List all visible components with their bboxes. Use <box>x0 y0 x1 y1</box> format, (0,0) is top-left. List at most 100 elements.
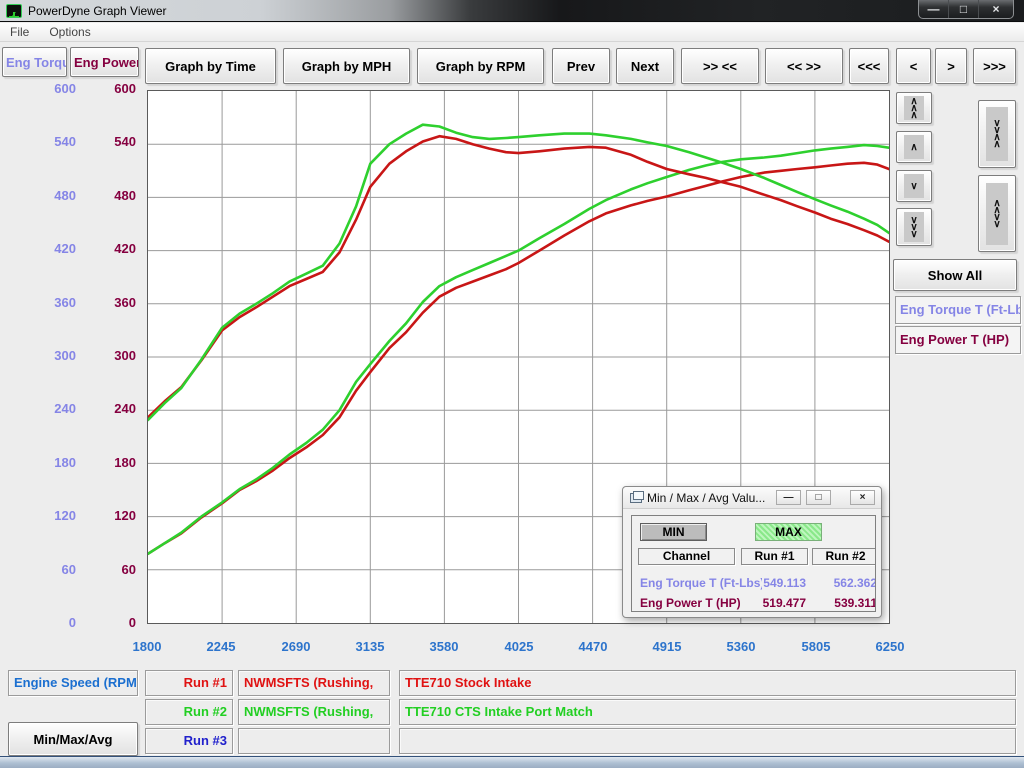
y-tick-label-power: 420 <box>76 241 136 256</box>
minmax-avg-button[interactable]: Min/Max/Avg <box>8 722 138 756</box>
menu-bar: File Options <box>0 23 1024 42</box>
y-tick-label-power: 300 <box>76 348 136 363</box>
power-run2-max-value: 539.311 <box>815 596 876 610</box>
y-tick-label-power: 60 <box>76 562 136 577</box>
scroll-left-fast-button[interactable]: <<< <box>849 48 889 84</box>
x-tick-label: 1800 <box>112 639 182 654</box>
chevron-down-icon: ∨ <box>910 231 917 238</box>
minmax-window-icon <box>630 493 642 503</box>
y-tick-label-power: 240 <box>76 401 136 416</box>
run2-title-field: TTE710 CTS Intake Port Match <box>399 699 1016 725</box>
max-toggle-button[interactable]: MAX <box>755 523 822 541</box>
y-tick-label-power: 600 <box>76 81 136 96</box>
chevron-up-icon: ∧ <box>910 112 917 119</box>
y-tick-label-torque: 300 <box>16 348 76 363</box>
run1-dyno-field: NWMSFTS (Rushing, <box>238 670 390 696</box>
menu-options[interactable]: Options <box>39 25 100 39</box>
channel-column-header: Channel <box>638 548 735 565</box>
minmax-content: MIN MAX Channel Run #1 Run #2 Eng Torque… <box>631 515 876 612</box>
scroll-left-button[interactable]: < <box>896 48 931 84</box>
x-tick-label: 2245 <box>186 639 256 654</box>
run1-column-header: Run #1 <box>741 548 808 565</box>
x-tick-label: 2690 <box>261 639 331 654</box>
power-channel-selector[interactable]: Eng Power T (HP) <box>895 326 1021 354</box>
run2-dyno-field: NWMSFTS (Rushing, <box>238 699 390 725</box>
x-tick-label: 3135 <box>335 639 405 654</box>
x-tick-label: 5805 <box>781 639 851 654</box>
x-tick-label: 5360 <box>706 639 776 654</box>
graph-by-mph-button[interactable]: Graph by MPH <box>283 48 410 84</box>
power-run1-max-value: 519.477 <box>744 596 806 610</box>
chevron-down-icon: ∨ <box>993 221 1000 228</box>
y-tick-label-torque: 0 <box>16 615 76 630</box>
y-tick-label-power: 360 <box>76 295 136 310</box>
y-tick-label-power: 480 <box>76 188 136 203</box>
scroll-down-fast-button[interactable]: ∨∨∨ <box>896 208 932 246</box>
scroll-right-fast-button[interactable]: >>> <box>973 48 1016 84</box>
power-axis-channel-button[interactable]: Eng Power T <box>70 47 139 77</box>
window-caption-buttons: — □ × <box>918 0 1014 19</box>
y-tick-label-torque: 60 <box>16 562 76 577</box>
menu-file[interactable]: File <box>0 25 39 39</box>
torque-axis-channel-button[interactable]: Eng Torque T <box>2 47 67 77</box>
torque-run1-max-value: 549.113 <box>744 576 806 590</box>
chevron-up-icon: ∧ <box>910 144 917 151</box>
chevron-up-icon: ∧ <box>993 141 1000 148</box>
minmax-restore-icon[interactable]: □ <box>806 490 831 505</box>
y-tick-label-torque: 540 <box>16 134 76 149</box>
next-button[interactable]: Next <box>616 48 674 84</box>
y-tick-label-power: 180 <box>76 455 136 470</box>
y-tick-label-power: 0 <box>76 615 136 630</box>
scroll-up-button[interactable]: ∧ <box>896 131 932 163</box>
show-all-button[interactable]: Show All <box>893 259 1017 291</box>
prev-button[interactable]: Prev <box>552 48 610 84</box>
y-tick-label-power: 120 <box>76 508 136 523</box>
y-tick-label-torque: 420 <box>16 241 76 256</box>
zoom-out-x-button[interactable]: << >> <box>765 48 843 84</box>
run3-title-field <box>399 728 1016 754</box>
y-tick-label-torque: 180 <box>16 455 76 470</box>
title-bar: PowerDyne Graph Viewer — □ × <box>0 0 1024 22</box>
chevron-down-icon: ∨ <box>910 183 917 190</box>
y-tick-label-torque: 600 <box>16 81 76 96</box>
app-icon <box>6 4 22 18</box>
window-title: PowerDyne Graph Viewer <box>28 4 167 18</box>
scroll-down-button[interactable]: ∨ <box>896 170 932 202</box>
expand-y-range-button[interactable]: ∧∧∨∨ <box>978 175 1016 252</box>
zoom-in-x-button[interactable]: >> << <box>681 48 759 84</box>
run3-dyno-field <box>238 728 390 754</box>
min-toggle-button[interactable]: MIN <box>640 523 707 541</box>
x-tick-label: 4915 <box>632 639 702 654</box>
minmax-window-title: Min / Max / Avg Valu... <box>647 491 765 505</box>
graph-by-time-button[interactable]: Graph by Time <box>145 48 276 84</box>
y-tick-label-torque: 240 <box>16 401 76 416</box>
minmax-values-window: Min / Max / Avg Valu... — □ × MIN MAX Ch… <box>622 486 882 618</box>
x-axis-channel-field[interactable]: Engine Speed (RPM) <box>8 670 138 696</box>
y-tick-label-torque: 120 <box>16 508 76 523</box>
graph-by-rpm-button[interactable]: Graph by RPM <box>417 48 544 84</box>
y-tick-label-power: 540 <box>76 134 136 149</box>
run2-column-header: Run #2 <box>812 548 876 565</box>
minmax-minimize-icon[interactable]: — <box>776 490 801 505</box>
torque-channel-selector[interactable]: Eng Torque T (Ft-Lbs) <box>895 296 1021 324</box>
run3-label: Run #3 <box>145 728 233 754</box>
torque-run2-max-value: 562.362 <box>815 576 876 590</box>
run1-title-field: TTE710 Stock Intake <box>399 670 1016 696</box>
x-tick-label: 6250 <box>855 639 925 654</box>
powerdyne-app-window: { "window": { "title": "PowerDyne Graph … <box>0 0 1024 768</box>
x-tick-label: 3580 <box>409 639 479 654</box>
x-tick-label: 4470 <box>558 639 628 654</box>
run2-label: Run #2 <box>145 699 233 725</box>
scroll-up-fast-button[interactable]: ∧∧∧ <box>896 92 932 124</box>
minmax-title-bar[interactable]: Min / Max / Avg Valu... — □ × <box>623 487 881 509</box>
y-tick-label-torque: 360 <box>16 295 76 310</box>
close-icon[interactable]: × <box>979 0 1013 18</box>
scroll-right-button[interactable]: > <box>935 48 967 84</box>
minmax-close-icon[interactable]: × <box>850 490 875 505</box>
y-tick-label-torque: 480 <box>16 188 76 203</box>
maximize-icon[interactable]: □ <box>949 0 979 18</box>
minimize-icon[interactable]: — <box>919 0 949 18</box>
run1-label: Run #1 <box>145 670 233 696</box>
window-bottom-frame <box>0 756 1024 768</box>
collapse-y-range-button[interactable]: ∨∨∧∧ <box>978 100 1016 168</box>
